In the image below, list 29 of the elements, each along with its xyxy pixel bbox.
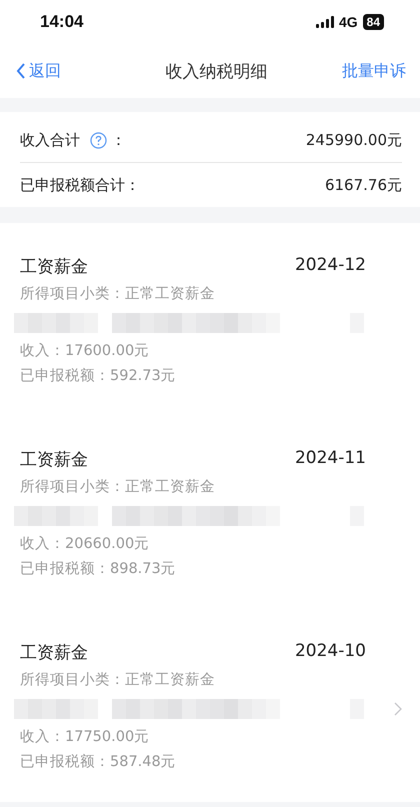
income-type: 工资薪金 [20,256,88,278]
income-text: 收入：20660.00元 [20,535,150,553]
income-text: 收入：17600.00元 [20,342,150,360]
period-label: 2024-10 [294,641,366,663]
subtype-text: 所得项目小类：正常工资薪金 [20,285,216,303]
subtype-text: 所得项目小类：正常工资薪金 [20,478,216,496]
summary-label: 收入合计 [20,130,80,150]
colon-label: ： [111,130,126,150]
page-title: 收入纳税明细 [166,60,268,82]
period-label: 2024-11 [294,448,366,470]
signal-icon [316,16,334,28]
help-icon[interactable] [90,132,107,148]
income-text: 收入：17750.00元 [20,728,150,746]
income-type: 工资薪金 [20,449,88,471]
summary-value: 245990.00元 [306,130,402,150]
summary-label: 已申报税额合计： [20,176,140,194]
battery-level: 84 [362,14,384,30]
tax-text: 已申报税额：587.48元 [20,752,177,771]
summary-value: 6167.76元 [324,176,402,194]
tax-text: 已申报税额：592.73元 [20,366,177,385]
status-time: 14:04 [40,12,84,32]
batch-appeal-button[interactable]: 批量申诉 [342,60,406,82]
chevron-left-icon [16,63,26,79]
period-label: 2024-12 [294,255,366,277]
subtype-text: 所得项目小类：正常工资薪金 [20,671,216,689]
tax-text: 已申报税额：898.73元 [20,560,177,578]
income-type: 工资薪金 [20,642,88,664]
back-button[interactable]: 返回 [16,60,61,82]
network-label: 4G [338,14,358,30]
